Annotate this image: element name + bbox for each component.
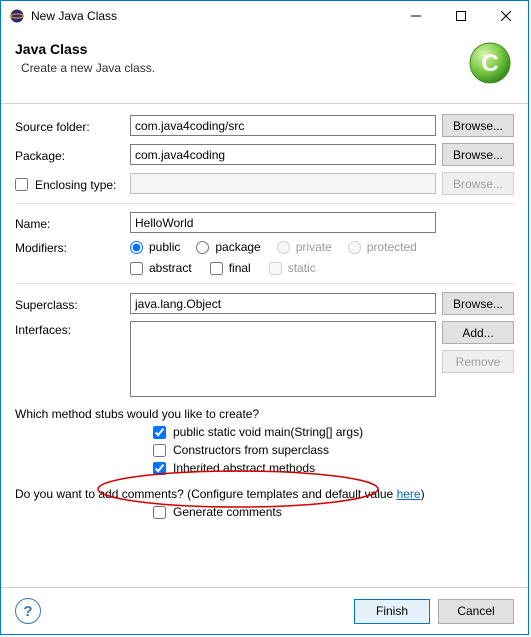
name-label: Name: [15, 215, 130, 231]
enclosing-type-checkbox[interactable] [15, 178, 28, 191]
comments-question: Do you want to add comments? (Configure … [15, 487, 514, 501]
source-folder-browse-button[interactable]: Browse... [442, 114, 514, 137]
package-input[interactable] [130, 144, 436, 165]
superclass-label: Superclass: [15, 296, 130, 312]
stub-constructors[interactable]: Constructors from superclass [153, 443, 514, 457]
source-folder-input[interactable] [130, 115, 436, 136]
stubs-question: Which method stubs would you like to cre… [15, 407, 514, 421]
eclipse-icon [9, 8, 25, 24]
configure-link[interactable]: here [397, 487, 421, 501]
modifier-public[interactable]: public [130, 240, 180, 254]
stub-inherited[interactable]: Inherited abstract methods [153, 461, 514, 475]
content-area: Source folder: Browse... Package: Browse… [1, 104, 528, 587]
modifier-abstract[interactable]: abstract [130, 261, 192, 275]
banner-subheading: Create a new Java class. [15, 61, 514, 75]
modifier-private: private [277, 240, 332, 254]
enclosing-type-browse-button: Browse... [442, 172, 514, 195]
modifier-protected: protected [348, 240, 417, 254]
interfaces-add-button[interactable]: Add... [442, 321, 514, 344]
package-browse-button[interactable]: Browse... [442, 143, 514, 166]
modifier-package[interactable]: package [196, 240, 260, 254]
button-bar: ? Finish Cancel [1, 587, 528, 634]
cancel-button[interactable]: Cancel [438, 599, 514, 624]
titlebar: New Java Class [1, 1, 528, 31]
enclosing-type-input [130, 173, 436, 194]
superclass-browse-button[interactable]: Browse... [442, 292, 514, 315]
maximize-button[interactable] [438, 1, 483, 31]
modifiers-label: Modifiers: [15, 239, 130, 255]
window-title: New Java Class [31, 9, 393, 23]
minimize-button[interactable] [393, 1, 438, 31]
stub-main[interactable]: public static void main(String[] args) [153, 425, 514, 439]
svg-text:C: C [481, 50, 498, 77]
separator [15, 203, 514, 204]
class-icon: C [466, 39, 514, 90]
banner-heading: Java Class [15, 41, 514, 57]
interfaces-remove-button: Remove [442, 350, 514, 373]
help-icon[interactable]: ? [15, 598, 41, 624]
separator [15, 283, 514, 284]
package-label: Package: [15, 147, 130, 163]
name-input[interactable] [130, 212, 436, 233]
generate-comments[interactable]: Generate comments [153, 505, 514, 519]
modifier-static: static [269, 261, 316, 275]
enclosing-type-label[interactable]: Enclosing type: [15, 176, 130, 192]
close-button[interactable] [483, 1, 528, 31]
interfaces-label: Interfaces: [15, 321, 130, 337]
dialog-window: New Java Class Java Class Create a new J… [0, 0, 529, 635]
superclass-input[interactable] [130, 293, 436, 314]
source-folder-label: Source folder: [15, 118, 130, 134]
finish-button[interactable]: Finish [354, 599, 430, 624]
modifier-final[interactable]: final [210, 261, 251, 275]
interfaces-list[interactable] [130, 321, 436, 397]
banner: Java Class Create a new Java class. C [1, 31, 528, 104]
